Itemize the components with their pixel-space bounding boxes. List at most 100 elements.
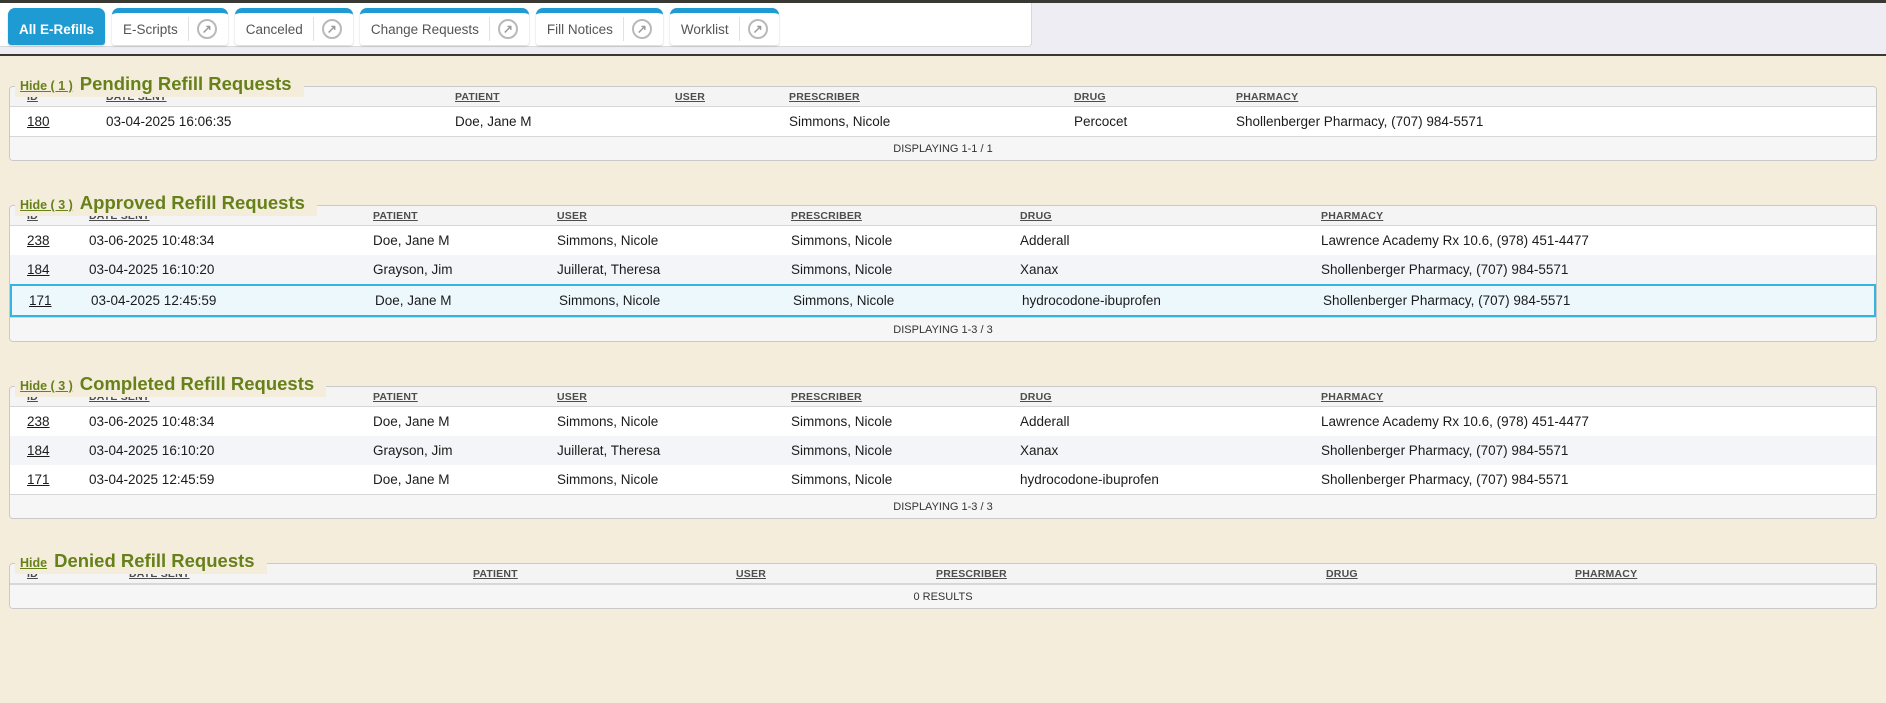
table-cell: Simmons, Nicole [783,226,1012,255]
row-id-link[interactable]: 171 [12,286,83,315]
table-cell: Shollenberger Pharmacy, (707) 984-5571 [1315,286,1874,315]
table-cell: Doe, Jane M [365,465,549,494]
tab-divider [188,17,189,41]
column-header-user[interactable]: USER [728,564,928,583]
row-id-link[interactable]: 238 [10,407,81,436]
table-cell: Grayson, Jim [365,255,549,284]
tab-divider [739,17,740,41]
table-cell: Doe, Jane M [365,407,549,436]
column-header-patient[interactable]: PATIENT [447,87,667,106]
row-id-link[interactable]: 180 [10,107,98,136]
table-cell: 03-04-2025 16:06:35 [98,107,447,136]
row-id-link[interactable]: 171 [10,465,81,494]
table-cell: 03-04-2025 12:45:59 [83,286,367,315]
row-id-link[interactable]: 184 [10,255,81,284]
table-cell: Doe, Jane M [447,107,667,136]
column-header-patient[interactable]: PATIENT [465,564,728,583]
hide-toggle-link[interactable]: Hide ( 1 ) [20,79,73,93]
tab-divider [623,17,624,41]
table-cell [667,107,781,136]
external-link-icon[interactable]: ↗ [632,19,652,39]
top-tab-bar: All E-Refills E-Scripts ↗ Canceled ↗ Cha… [0,0,1886,56]
tab-canceled[interactable]: Canceled ↗ [235,8,353,45]
table-cell: Adderall [1012,226,1313,255]
tab-label: Worklist [681,22,729,37]
tab-label: E-Scripts [123,22,178,37]
external-link-icon[interactable]: ↗ [322,19,342,39]
tab-worklist[interactable]: Worklist ↗ [670,8,779,45]
column-header-pharmacy[interactable]: PHARMACY [1313,206,1876,225]
tab-label: Change Requests [371,22,479,37]
table-cell: Simmons, Nicole [781,107,1066,136]
external-link-icon[interactable]: ↗ [197,19,217,39]
column-header-drug[interactable]: DRUG [1066,87,1228,106]
hide-toggle-link[interactable]: Hide ( 3 ) [20,379,73,393]
tab-fill-notices[interactable]: Fill Notices ↗ [536,8,663,45]
table-cell: Simmons, Nicole [783,407,1012,436]
column-header-patient[interactable]: PATIENT [365,387,549,406]
column-header-prescriber[interactable]: PRESCRIBER [928,564,1318,583]
hide-toggle-link[interactable]: Hide [20,556,47,570]
column-header-drug[interactable]: DRUG [1012,387,1313,406]
column-header-prescriber[interactable]: PRESCRIBER [783,206,1012,225]
denied-refills-table: IDDATE SENTPATIENTUSERPRESCRIBERDRUGPHAR… [10,564,1876,584]
table-cell: Doe, Jane M [367,286,551,315]
table-cell: Doe, Jane M [365,226,549,255]
table-cell: Juillerat, Theresa [549,436,783,465]
tab-label: Fill Notices [547,22,613,37]
tab-change-requests[interactable]: Change Requests ↗ [360,8,529,45]
table-row[interactable]: 18403-04-2025 16:10:20Grayson, JimJuille… [10,436,1876,465]
column-header-drug[interactable]: DRUG [1012,206,1313,225]
tab-all-e-refills[interactable]: All E-Refills [8,8,105,45]
column-header-pharmacy[interactable]: PHARMACY [1228,87,1876,106]
section-approved-refill-requests: Hide ( 3 ) Approved Refill Requests IDDA… [9,205,1877,342]
external-link-icon[interactable]: ↗ [498,19,518,39]
tab-divider [313,17,314,41]
table-cell: Simmons, Nicole [549,407,783,436]
section-legend: Hide Denied Refill Requests [15,550,267,574]
column-header-user[interactable]: USER [549,387,783,406]
table-row[interactable]: 17103-04-2025 12:45:59Doe, Jane MSimmons… [10,465,1876,494]
column-header-patient[interactable]: PATIENT [365,206,549,225]
table-cell: Percocet [1066,107,1228,136]
table-row[interactable]: 23803-06-2025 10:48:34Doe, Jane M Simmons… [10,226,1876,255]
table-cell: Shollenberger Pharmacy, (707) 984-5571 [1313,436,1876,465]
table-row[interactable]: 18403-04-2025 16:10:20Grayson, JimJuille… [10,255,1876,284]
table-cell: 03-04-2025 16:10:20 [81,255,365,284]
column-header-user[interactable]: USER [667,87,781,106]
row-id-link[interactable]: 184 [10,436,81,465]
column-header-drug[interactable]: DRUG [1318,564,1567,583]
table-row[interactable]: 23803-06-2025 10:48:34Doe, Jane MSimmons… [10,407,1876,436]
section-title: Pending Refill Requests [80,73,292,95]
column-header-user[interactable]: USER [549,206,783,225]
table-cell: Grayson, Jim [365,436,549,465]
section-denied-refill-requests: Hide Denied Refill Requests IDDATE SENTP… [9,563,1877,609]
table-cell: 03-06-2025 10:48:34 [81,226,365,255]
column-header-prescriber[interactable]: PRESCRIBER [783,387,1012,406]
column-header-prescriber[interactable]: PRESCRIBER [781,87,1066,106]
row-id-link[interactable]: 238 [10,226,81,255]
section-pending-refill-requests: Hide ( 1 ) Pending Refill Requests IDDAT… [9,86,1877,161]
table-row[interactable]: 18003-04-2025 16:06:35Doe, Jane M Simmons… [10,107,1876,136]
tab-e-scripts[interactable]: E-Scripts ↗ [112,8,228,45]
displaying-count: DISPLAYING 1-3 / 3 [10,317,1876,341]
tab-label: Canceled [246,22,303,37]
table-row[interactable]: 17103-04-2025 12:45:59Doe, Jane M Simmons… [10,284,1876,317]
table-cell: Adderall [1012,407,1313,436]
section-title: Completed Refill Requests [80,373,314,395]
table-cell: Simmons, Nicole [549,465,783,494]
section-completed-refill-requests: Hide ( 3 ) Completed Refill Requests IDD… [9,386,1877,519]
table-cell: Shollenberger Pharmacy, (707) 984-5571 [1228,107,1876,136]
table-cell: Shollenberger Pharmacy, (707) 984-5571 [1313,465,1876,494]
external-link-icon[interactable]: ↗ [748,19,768,39]
displaying-count: DISPLAYING 1-1 / 1 [10,136,1876,160]
section-title: Denied Refill Requests [54,550,254,572]
hide-toggle-link[interactable]: Hide ( 3 ) [20,198,73,212]
table-cell: hydrocodone-ibuprofen [1014,286,1315,315]
results-count: 0 RESULTS [10,584,1876,608]
table-cell: Simmons, Nicole [785,286,1014,315]
tab-label: All E-Refills [19,22,94,37]
column-header-pharmacy[interactable]: PHARMACY [1313,387,1876,406]
column-header-pharmacy[interactable]: PHARMACY [1567,564,1876,583]
table-cell: Lawrence Academy Rx 10.6, (978) 451-4477 [1313,407,1876,436]
